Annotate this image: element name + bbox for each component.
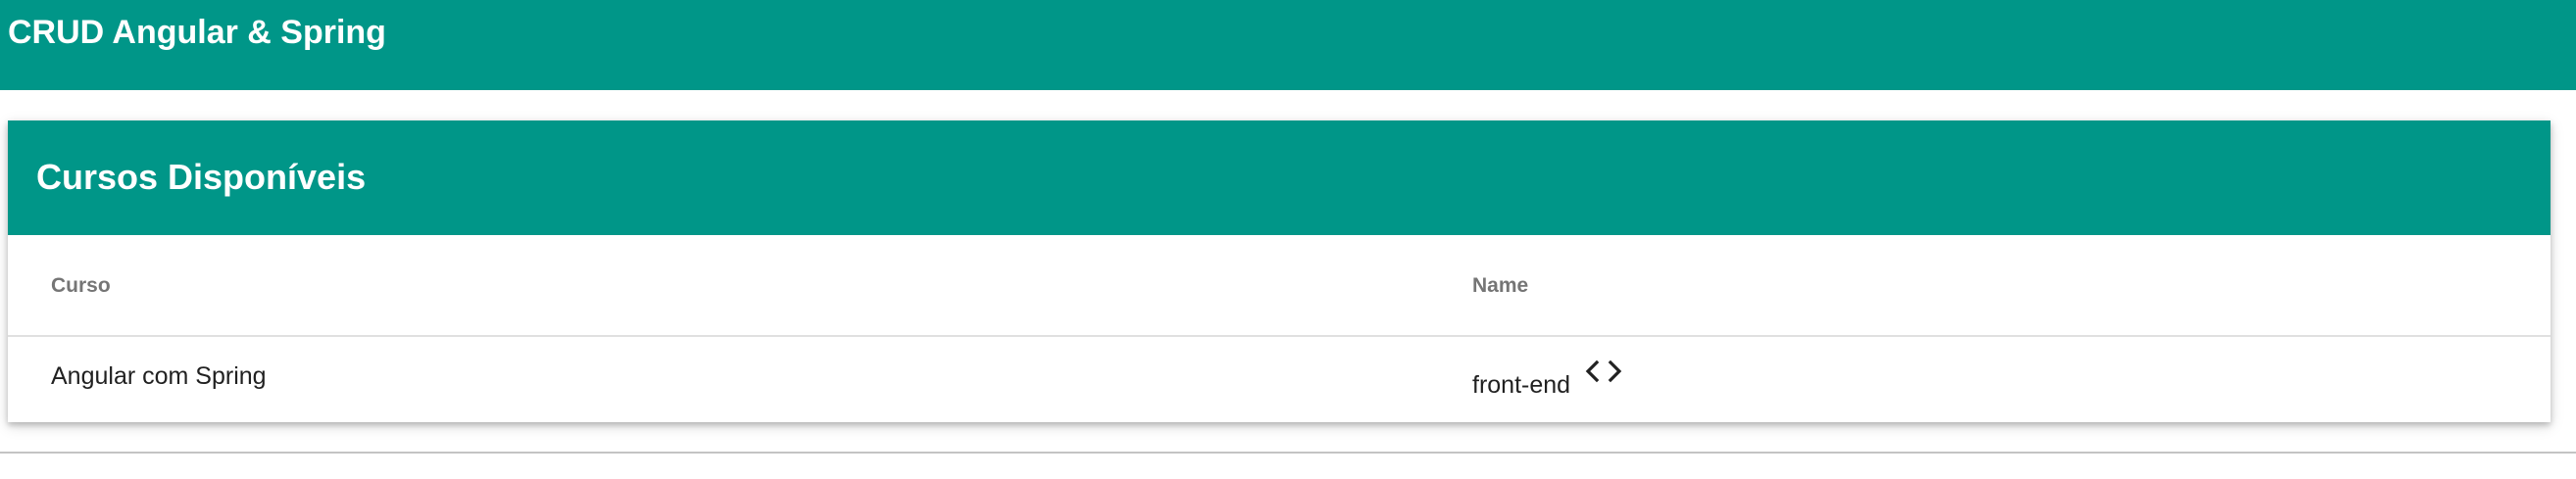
cell-name: front-end (1472, 371, 1571, 399)
table-row[interactable]: Angular com Spring front-end (8, 337, 2551, 422)
app-toolbar: CRUD Angular & Spring (0, 0, 2576, 90)
card-title: Cursos Disponíveis (36, 157, 367, 197)
code-icon[interactable] (1583, 359, 1624, 388)
bottom-divider (0, 452, 2576, 454)
card-header: Cursos Disponíveis (8, 120, 2551, 235)
app-title: CRUD Angular & Spring (8, 14, 386, 51)
courses-table: Curso Name Angular com Spring front-end (8, 235, 2551, 422)
column-header-name[interactable]: Name (1472, 274, 1528, 298)
column-header-curso[interactable]: Curso (51, 274, 111, 298)
table-header-row: Curso Name (8, 235, 2551, 337)
cell-curso: Angular com Spring (51, 362, 267, 390)
courses-card: Cursos Disponíveis Curso Name Angular co… (8, 120, 2551, 422)
